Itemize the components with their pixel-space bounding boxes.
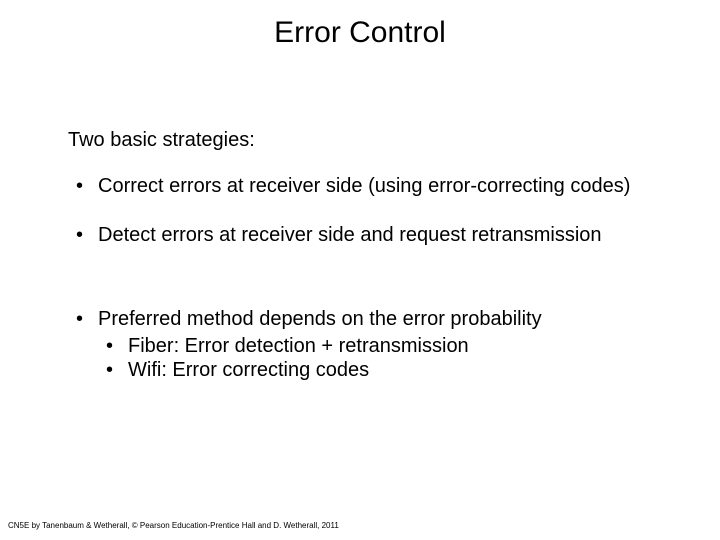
footer-text: CN5E by Tanenbaum & Wetherall, © Pearson… bbox=[8, 521, 339, 530]
intro-text: Two basic strategies: bbox=[68, 128, 660, 152]
bullet-item: Preferred method depends on the error pr… bbox=[68, 307, 660, 382]
bullet-item: Correct errors at receiver side (using e… bbox=[68, 174, 660, 198]
slide: Error Control Two basic strategies: Corr… bbox=[0, 0, 720, 540]
sub-bullet-item: Wifi: Error correcting codes bbox=[98, 358, 660, 382]
sub-bullet-list: Fiber: Error detection + retransmission … bbox=[98, 334, 660, 383]
bullet-item: Detect errors at receiver side and reque… bbox=[68, 223, 660, 247]
sub-bullet-text: Fiber: Error detection + retransmission bbox=[128, 335, 469, 357]
slide-title: Error Control bbox=[0, 0, 720, 50]
bullet-text: Detect errors at receiver side and reque… bbox=[98, 224, 602, 246]
slide-content: Two basic strategies: Correct errors at … bbox=[68, 128, 660, 406]
sub-bullet-item: Fiber: Error detection + retransmission bbox=[98, 334, 660, 358]
bullet-text: Preferred method depends on the error pr… bbox=[98, 308, 542, 330]
bullet-text: Correct errors at receiver side (using e… bbox=[98, 175, 630, 197]
bullet-list: Correct errors at receiver side (using e… bbox=[68, 174, 660, 382]
sub-bullet-text: Wifi: Error correcting codes bbox=[128, 359, 369, 381]
